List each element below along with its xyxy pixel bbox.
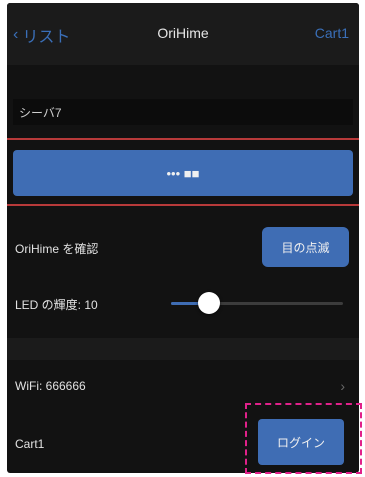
chevron-right-icon[interactable]: › <box>340 378 345 394</box>
blink-eyes-button[interactable]: 目の点滅 <box>262 227 349 267</box>
wifi-label: WiFi: 666666 <box>15 379 86 393</box>
identify-label: OriHime を確認 <box>15 242 99 256</box>
primary-action-button[interactable]: ••• ■■ <box>13 150 353 196</box>
login-button[interactable]: ログイン <box>258 419 344 465</box>
cart-label: Cart1 <box>15 437 45 451</box>
page-title: OriHime <box>157 25 209 41</box>
led-brightness-label: LED の輝度: 10 <box>15 298 98 312</box>
section-separator <box>7 338 359 360</box>
slider-thumb[interactable] <box>197 292 220 314</box>
led-brightness-slider[interactable] <box>171 292 343 314</box>
navigation-bar: ‹ リスト OriHime Cart1 <box>7 3 359 65</box>
robot-name-field[interactable]: シーバ7 <box>13 99 353 125</box>
red-divider-top <box>7 138 359 140</box>
cart-nav-button[interactable]: Cart1 <box>315 25 349 41</box>
red-divider-bottom <box>7 204 359 206</box>
